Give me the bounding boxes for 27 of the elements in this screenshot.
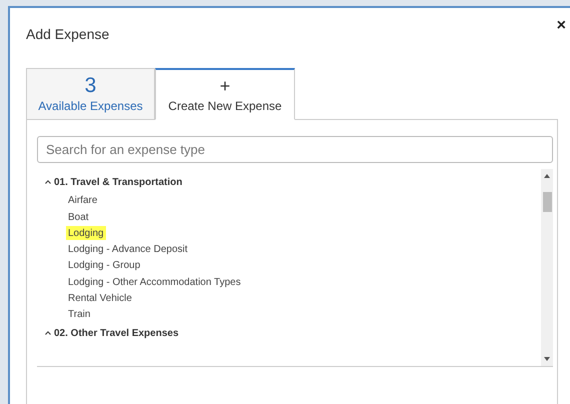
category-header[interactable]: 02. Other Travel Expenses — [37, 324, 179, 342]
expense-type-item[interactable]: Airfare — [66, 194, 100, 208]
dialog-title: Add Expense — [26, 26, 110, 42]
tab-label: Create New Expense — [168, 99, 282, 113]
plus-sign: + — [220, 76, 230, 96]
expense-type-item[interactable]: Lodging - Group — [66, 258, 142, 273]
scrollbar-thumb[interactable] — [542, 192, 552, 212]
expense-type-item[interactable]: Boat — [66, 210, 91, 224]
expense-type-item[interactable]: Train — [66, 308, 92, 322]
expense-type-item[interactable]: Lodging - Advance Deposit — [66, 242, 190, 256]
tab[interactable]: 3 Available Expenses — [26, 68, 155, 120]
category-header[interactable]: 01. Travel & Transportation — [37, 173, 182, 192]
caret-icon — [45, 180, 51, 184]
expense-type-item[interactable]: Rental Vehicle — [66, 291, 134, 306]
caret-icon — [45, 331, 51, 335]
expense-type-item[interactable]: Lodging - Other Accommodation Types — [66, 275, 243, 289]
tab-label: Available Expenses — [38, 98, 143, 112]
tab-count: 3 — [84, 76, 96, 96]
category-label: 02. Other Travel Expenses — [54, 328, 179, 338]
search-field[interactable]: Search for an expense type — [37, 136, 553, 163]
scrollbar[interactable] — [541, 169, 553, 366]
close-button[interactable]: × — [556, 18, 566, 34]
category-label: 01. Travel & Transportation — [54, 176, 182, 188]
scroll-down-icon[interactable] — [544, 357, 550, 361]
scroll-up-icon[interactable] — [544, 174, 550, 178]
tab[interactable]: + Create New Expense — [155, 68, 295, 120]
expense-type-item[interactable]: Lodging — [66, 226, 106, 240]
